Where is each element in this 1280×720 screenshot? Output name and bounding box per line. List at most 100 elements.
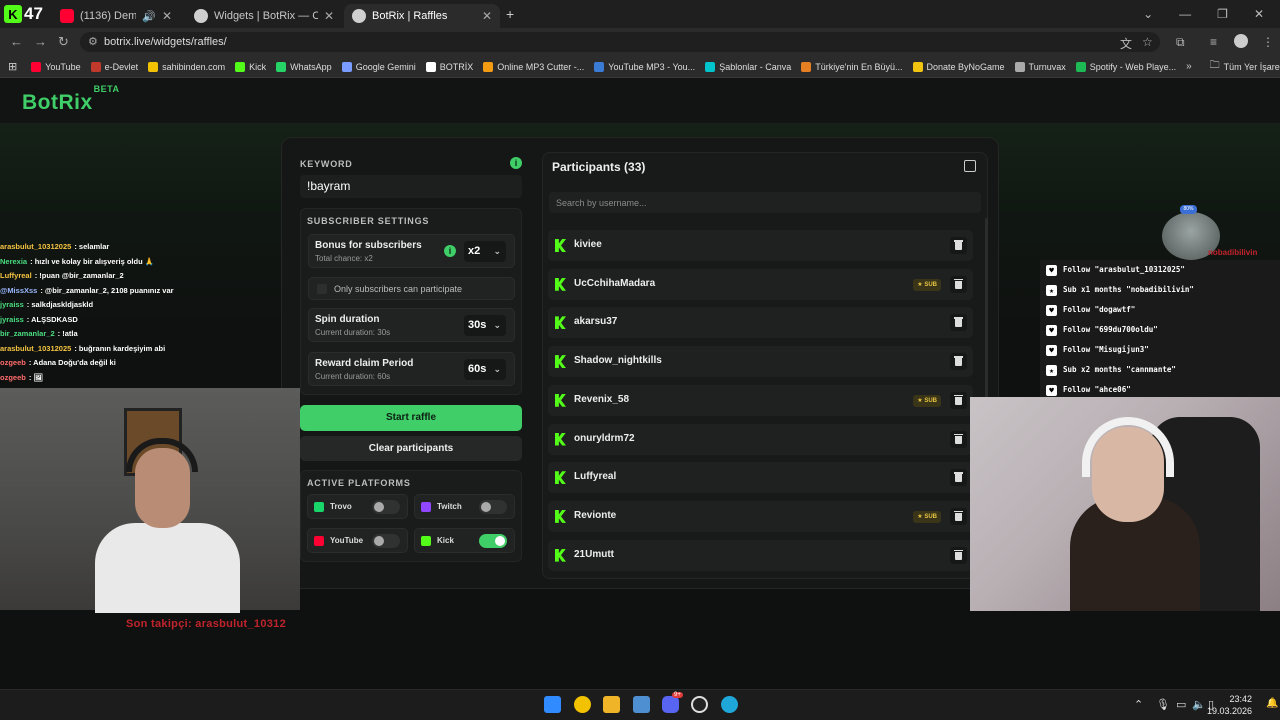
tab-close-icon[interactable]: ✕ [162,9,172,23]
start-icon[interactable] [544,696,561,713]
bookmark-item[interactable]: e-Devlet [90,61,138,72]
tab-raffles[interactable]: BotRix | Raffles ✕ [344,4,500,28]
trash-icon[interactable] [950,314,967,332]
new-tab-icon[interactable]: + [506,6,514,22]
clear-participants-button[interactable]: Clear participants [300,436,522,461]
tab-search-icon[interactable]: ⌄ [1143,7,1153,21]
participant-name: Revenix_58 [574,393,630,405]
minimize-icon[interactable]: — [1179,7,1191,21]
bookmark-label: Google Gemini [355,61,416,72]
info-icon[interactable]: i [510,157,522,169]
participant-row: 21Umutt [548,539,973,571]
system-clock[interactable]: 23:42 19.03.2026 [1207,693,1252,717]
twitch-toggle[interactable] [479,500,507,514]
maximize-icon[interactable]: ❐ [1217,7,1228,21]
bookmark-favicon-icon [90,61,101,72]
network-icon[interactable]: ▭ [1176,698,1186,711]
copy-icon[interactable] [964,160,976,172]
trovo-toggle[interactable] [372,500,400,514]
trash-icon[interactable] [950,430,967,448]
bookmark-item[interactable]: Şablonlar - Canva [705,61,791,72]
kick-extension-counter[interactable]: K 47 [4,3,46,25]
bookmark-item[interactable]: Online MP3 Cutter -... [483,61,584,72]
bookmark-label: Donate ByNoGame [926,61,1005,72]
site-info-icon[interactable]: ⚙ [88,32,98,52]
bookmark-item[interactable]: sahibinden.com [148,61,225,72]
edge-icon[interactable] [721,696,738,713]
discord-icon[interactable] [662,696,679,713]
extensions-icon[interactable]: ⧉ [1176,35,1185,50]
window-close-icon[interactable]: ✕ [1254,7,1264,21]
bookmark-favicon-icon [705,61,716,72]
bookmark-item[interactable]: Kick [235,61,266,72]
bookmark-item[interactable]: Türkiye'nin En Büyü... [801,61,903,72]
sub-badge-label: SUB [924,397,937,404]
keyword-input[interactable] [300,175,522,198]
bonus-dropdown[interactable]: x2 ⌄ [464,241,506,262]
trash-icon[interactable] [950,546,967,564]
spin-dropdown[interactable]: 30s ⌄ [464,315,506,336]
platform-name: Kick [437,536,454,545]
media-icon[interactable]: ≡ [1210,35,1217,49]
start-raffle-button[interactable]: Start raffle [300,405,522,431]
youtube-toggle[interactable] [372,534,400,548]
bookmark-item[interactable]: Google Gemini [341,61,416,72]
obs-icon[interactable] [691,696,708,713]
trash-icon[interactable] [950,391,967,409]
volume-icon[interactable]: 🔈 [1192,698,1206,711]
translate-icon[interactable]: 文 [1120,35,1132,52]
all-bookmarks-folder[interactable]: 🗀 Tüm Yer İşaretleri [1210,58,1280,75]
participant-row: kiviee [548,230,973,261]
chat-username: jyraiss [0,300,24,309]
chrome-icon[interactable] [574,696,591,713]
sub-badge-label: SUB [924,513,937,520]
bookmark-item[interactable]: YouTube [31,61,81,72]
tray-chevron-icon[interactable]: ⌃ [1134,698,1143,711]
event-text: Follow "arasbulut_10312025" [1063,265,1185,274]
botrix-logo[interactable]: BotRixBETA [22,84,119,115]
trash-icon[interactable] [950,275,967,293]
event-text: Follow "dogawtf" [1063,305,1136,314]
event-item: ♥ Follow "699du700oldu" [1040,320,1280,340]
keyword-label: KEYWORD [300,159,353,169]
reload-icon[interactable]: ↻ [58,34,69,50]
notifications-icon[interactable]: 🔔 [1266,698,1278,709]
trash-icon[interactable] [950,507,967,525]
youtube-icon [314,536,324,546]
apps-grid-icon[interactable]: ⊞ [8,60,17,73]
platform-name: YouTube [330,536,364,545]
tab-youtube[interactable]: (1136) Demet Akalın - Çalk 🔊 ✕ [52,4,180,28]
platform-twitch: Twitch [414,494,515,519]
bookmark-item[interactable]: Donate ByNoGame [912,61,1005,72]
url-bar[interactable]: ⚙ botrix.live/widgets/raffles/ [80,32,1160,52]
bookmark-star-icon[interactable]: ☆ [1142,35,1153,49]
kick-toggle[interactable] [479,534,507,548]
trash-icon[interactable] [950,353,967,371]
trash-icon[interactable] [950,469,967,487]
only-subs-checkbox[interactable] [317,284,327,294]
speaker-icon[interactable]: 🔊 [142,10,156,23]
chat-username: bir_zamanlar_2 [0,329,55,338]
search-participants-input[interactable] [549,192,981,213]
info-icon[interactable]: i [444,245,456,257]
bookmark-item[interactable]: Spotify - Web Playe... [1075,61,1176,72]
microphone-icon[interactable]: 🎙 [1156,698,1170,711]
menu-icon[interactable]: ⋮ [1262,35,1274,49]
bookmark-item[interactable]: WhatsApp [276,61,332,72]
reward-dropdown[interactable]: 60s ⌄ [464,359,506,380]
profile-avatar[interactable] [1234,34,1248,48]
chat-text: : salkdjaskldjaskld [26,300,94,309]
tab-close-icon[interactable]: ✕ [482,9,492,23]
tab-close-icon[interactable]: ✕ [324,9,334,23]
bookmark-item[interactable]: Turnuvax [1014,61,1066,72]
trash-icon[interactable] [950,237,967,254]
bookmark-item[interactable]: YouTube MP3 - You... [594,61,695,72]
tab-widgets[interactable]: Widgets | BotRix — Cloud Stre ✕ [186,4,342,28]
app-icon[interactable] [633,696,650,713]
only-subs-option[interactable]: Only subscribers can participate [308,277,515,300]
back-icon[interactable]: ← [10,34,23,49]
forward-icon[interactable]: → [34,34,47,49]
more-bookmarks-icon[interactable]: » [1186,61,1192,72]
bookmark-item[interactable]: BOTRİX [425,61,473,72]
file-explorer-icon[interactable] [603,696,620,713]
